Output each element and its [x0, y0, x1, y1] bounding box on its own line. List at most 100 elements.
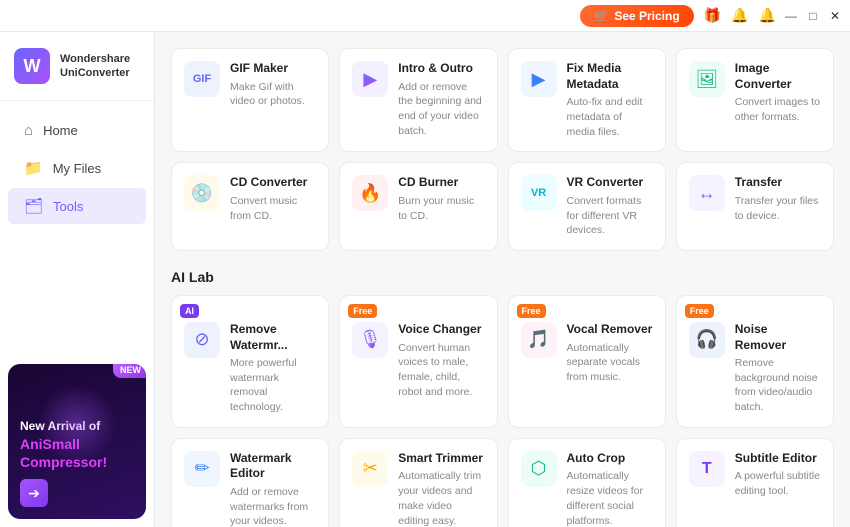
tool-voice-changer[interactable]: Free 🎙 Voice Changer Convert human voice…	[339, 295, 497, 428]
title-bar-icons: 🎁 🔔 🔔	[704, 7, 776, 24]
sidebar-item-home[interactable]: ⌂ Home	[8, 113, 146, 148]
remove-watermark-desc: More powerful watermark removal technolo…	[230, 356, 316, 415]
bell-icon[interactable]: 🔔	[759, 7, 776, 24]
sidebar: W Wondershare UniConverter ⌂ Home 📁 My F…	[0, 32, 155, 527]
fix-metadata-desc: Auto-fix and edit metadata of media file…	[567, 95, 653, 139]
subtitle-editor-desc: A powerful subtitle editing tool.	[735, 469, 821, 498]
cart-icon: 🛒	[594, 9, 609, 23]
cd-burner-icon: 🔥	[352, 175, 388, 211]
vr-converter-name: VR Converter	[567, 175, 653, 191]
notification-icon[interactable]: 🔔	[731, 7, 748, 24]
vocal-remover-icon: 🎵	[521, 322, 557, 358]
tool-auto-crop[interactable]: ⬡ Auto Crop Automatically resize videos …	[508, 438, 666, 527]
tool-gif-maker[interactable]: GIF GIF Maker Make Gif with video or pho…	[171, 48, 329, 152]
intro-outro-desc: Add or remove the beginning and end of y…	[398, 80, 484, 139]
tool-subtitle-editor[interactable]: T Subtitle Editor A powerful subtitle ed…	[676, 438, 834, 527]
cd-converter-name: CD Converter	[230, 175, 316, 191]
sidebar-item-tools[interactable]: 🗂 Tools	[8, 188, 146, 224]
tool-cd-converter[interactable]: 💿 CD Converter Convert music from CD.	[171, 162, 329, 251]
vocal-remover-desc: Automatically separate vocals from music…	[567, 341, 653, 385]
minimize-button[interactable]: —	[784, 9, 798, 23]
logo-icon: W	[14, 48, 50, 84]
tools-grid-section1: GIF GIF Maker Make Gif with video or pho…	[171, 48, 834, 251]
main-content: GIF GIF Maker Make Gif with video or pho…	[155, 32, 850, 527]
ai-lab-grid: AI ⊘ Remove Watermr... More powerful wat…	[171, 295, 834, 527]
tool-vr-converter[interactable]: VR VR Converter Convert formats for diff…	[508, 162, 666, 251]
remove-watermark-info: Remove Watermr... More powerful watermar…	[230, 322, 316, 415]
logo-line2: UniConverter	[60, 66, 130, 80]
image-converter-name: Image Converter	[735, 61, 821, 92]
smart-trimmer-name: Smart Trimmer	[398, 451, 484, 467]
gif-maker-info: GIF Maker Make Gif with video or photos.	[230, 61, 316, 109]
intro-outro-info: Intro & Outro Add or remove the beginnin…	[398, 61, 484, 138]
watermark-editor-info: Watermark Editor Add or remove watermark…	[230, 451, 316, 527]
tool-intro-outro[interactable]: ▶ Intro & Outro Add or remove the beginn…	[339, 48, 497, 152]
remove-watermark-name: Remove Watermr...	[230, 322, 316, 353]
tool-cd-burner[interactable]: 🔥 CD Burner Burn your music to CD.	[339, 162, 497, 251]
image-converter-icon: 🖼	[689, 61, 725, 97]
tool-remove-watermark[interactable]: AI ⊘ Remove Watermr... More powerful wat…	[171, 295, 329, 428]
transfer-info: Transfer Transfer your files to device.	[735, 175, 821, 223]
auto-crop-info: Auto Crop Automatically resize videos fo…	[567, 451, 653, 527]
maximize-button[interactable]: □	[806, 9, 820, 23]
gif-maker-name: GIF Maker	[230, 61, 316, 77]
auto-crop-desc: Automatically resize videos for differen…	[567, 469, 653, 527]
home-icon: ⌂	[24, 122, 33, 139]
vr-converter-icon: VR	[521, 175, 557, 211]
app-logo: W Wondershare UniConverter	[0, 32, 154, 101]
intro-outro-name: Intro & Outro	[398, 61, 484, 77]
sidebar-item-myfiles[interactable]: 📁 My Files	[8, 150, 146, 186]
gif-maker-icon: GIF	[184, 61, 220, 97]
app-body: W Wondershare UniConverter ⌂ Home 📁 My F…	[0, 32, 850, 527]
noise-remover-desc: Remove background noise from video/audio…	[735, 356, 821, 415]
sidebar-label-home: Home	[43, 123, 78, 138]
tool-watermark-editor[interactable]: ✏ Watermark Editor Add or remove waterma…	[171, 438, 329, 527]
free-badge-vocal: Free	[517, 304, 546, 318]
logo-text: Wondershare UniConverter	[60, 52, 130, 81]
watermark-editor-desc: Add or remove watermarks from your video…	[230, 485, 316, 527]
smart-trimmer-desc: Automatically trim your videos and make …	[398, 469, 484, 527]
tool-image-converter[interactable]: 🖼 Image Converter Convert images to othe…	[676, 48, 834, 152]
tool-fix-metadata[interactable]: ▶ Fix Media Metadata Auto-fix and edit m…	[508, 48, 666, 152]
banner-arrow-icon[interactable]: ➔	[20, 479, 48, 507]
smart-trimmer-icon: ✂	[352, 451, 388, 487]
see-pricing-label: See Pricing	[614, 9, 679, 23]
voice-changer-desc: Convert human voices to male, female, ch…	[398, 341, 484, 400]
sidebar-banner[interactable]: NEW New Arrival of AniSmall Compressor! …	[8, 364, 146, 519]
intro-outro-icon: ▶	[352, 61, 388, 97]
tool-vocal-remover[interactable]: Free 🎵 Vocal Remover Automatically separ…	[508, 295, 666, 428]
fix-metadata-info: Fix Media Metadata Auto-fix and edit met…	[567, 61, 653, 139]
gif-maker-desc: Make Gif with video or photos.	[230, 80, 316, 109]
see-pricing-button[interactable]: 🛒 See Pricing	[580, 5, 693, 27]
vr-converter-info: VR Converter Convert formats for differe…	[567, 175, 653, 238]
banner-new-badge: NEW	[113, 364, 146, 378]
close-button[interactable]: ✕	[828, 9, 842, 23]
ai-badge: AI	[180, 304, 199, 318]
image-converter-desc: Convert images to other formats.	[735, 95, 821, 124]
voice-changer-icon: 🎙	[352, 322, 388, 358]
vocal-remover-name: Vocal Remover	[567, 322, 653, 338]
subtitle-editor-info: Subtitle Editor A powerful subtitle edit…	[735, 451, 821, 499]
tool-smart-trimmer[interactable]: ✂ Smart Trimmer Automatically trim your …	[339, 438, 497, 527]
subtitle-editor-icon: T	[689, 451, 725, 487]
subtitle-editor-name: Subtitle Editor	[735, 451, 821, 467]
transfer-desc: Transfer your files to device.	[735, 194, 821, 223]
remove-watermark-icon: ⊘	[184, 322, 220, 358]
tools-icon: 🗂	[24, 197, 43, 215]
cd-converter-desc: Convert music from CD.	[230, 194, 316, 223]
title-bar: 🛒 See Pricing 🎁 🔔 🔔 — □ ✕	[0, 0, 850, 32]
noise-remover-info: Noise Remover Remove background noise fr…	[735, 322, 821, 415]
noise-remover-icon: 🎧	[689, 322, 725, 358]
sidebar-label-tools: Tools	[53, 199, 83, 214]
vocal-remover-info: Vocal Remover Automatically separate voc…	[567, 322, 653, 385]
tool-transfer[interactable]: ↔ Transfer Transfer your files to device…	[676, 162, 834, 251]
cd-burner-info: CD Burner Burn your music to CD.	[398, 175, 484, 223]
free-badge-voice: Free	[348, 304, 377, 318]
tool-noise-remover[interactable]: Free 🎧 Noise Remover Remove background n…	[676, 295, 834, 428]
transfer-icon: ↔	[689, 175, 725, 211]
cd-burner-desc: Burn your music to CD.	[398, 194, 484, 223]
transfer-name: Transfer	[735, 175, 821, 191]
gift-icon[interactable]: 🎁	[704, 7, 721, 24]
ai-lab-title: AI Lab	[171, 269, 834, 285]
voice-changer-info: Voice Changer Convert human voices to ma…	[398, 322, 484, 399]
